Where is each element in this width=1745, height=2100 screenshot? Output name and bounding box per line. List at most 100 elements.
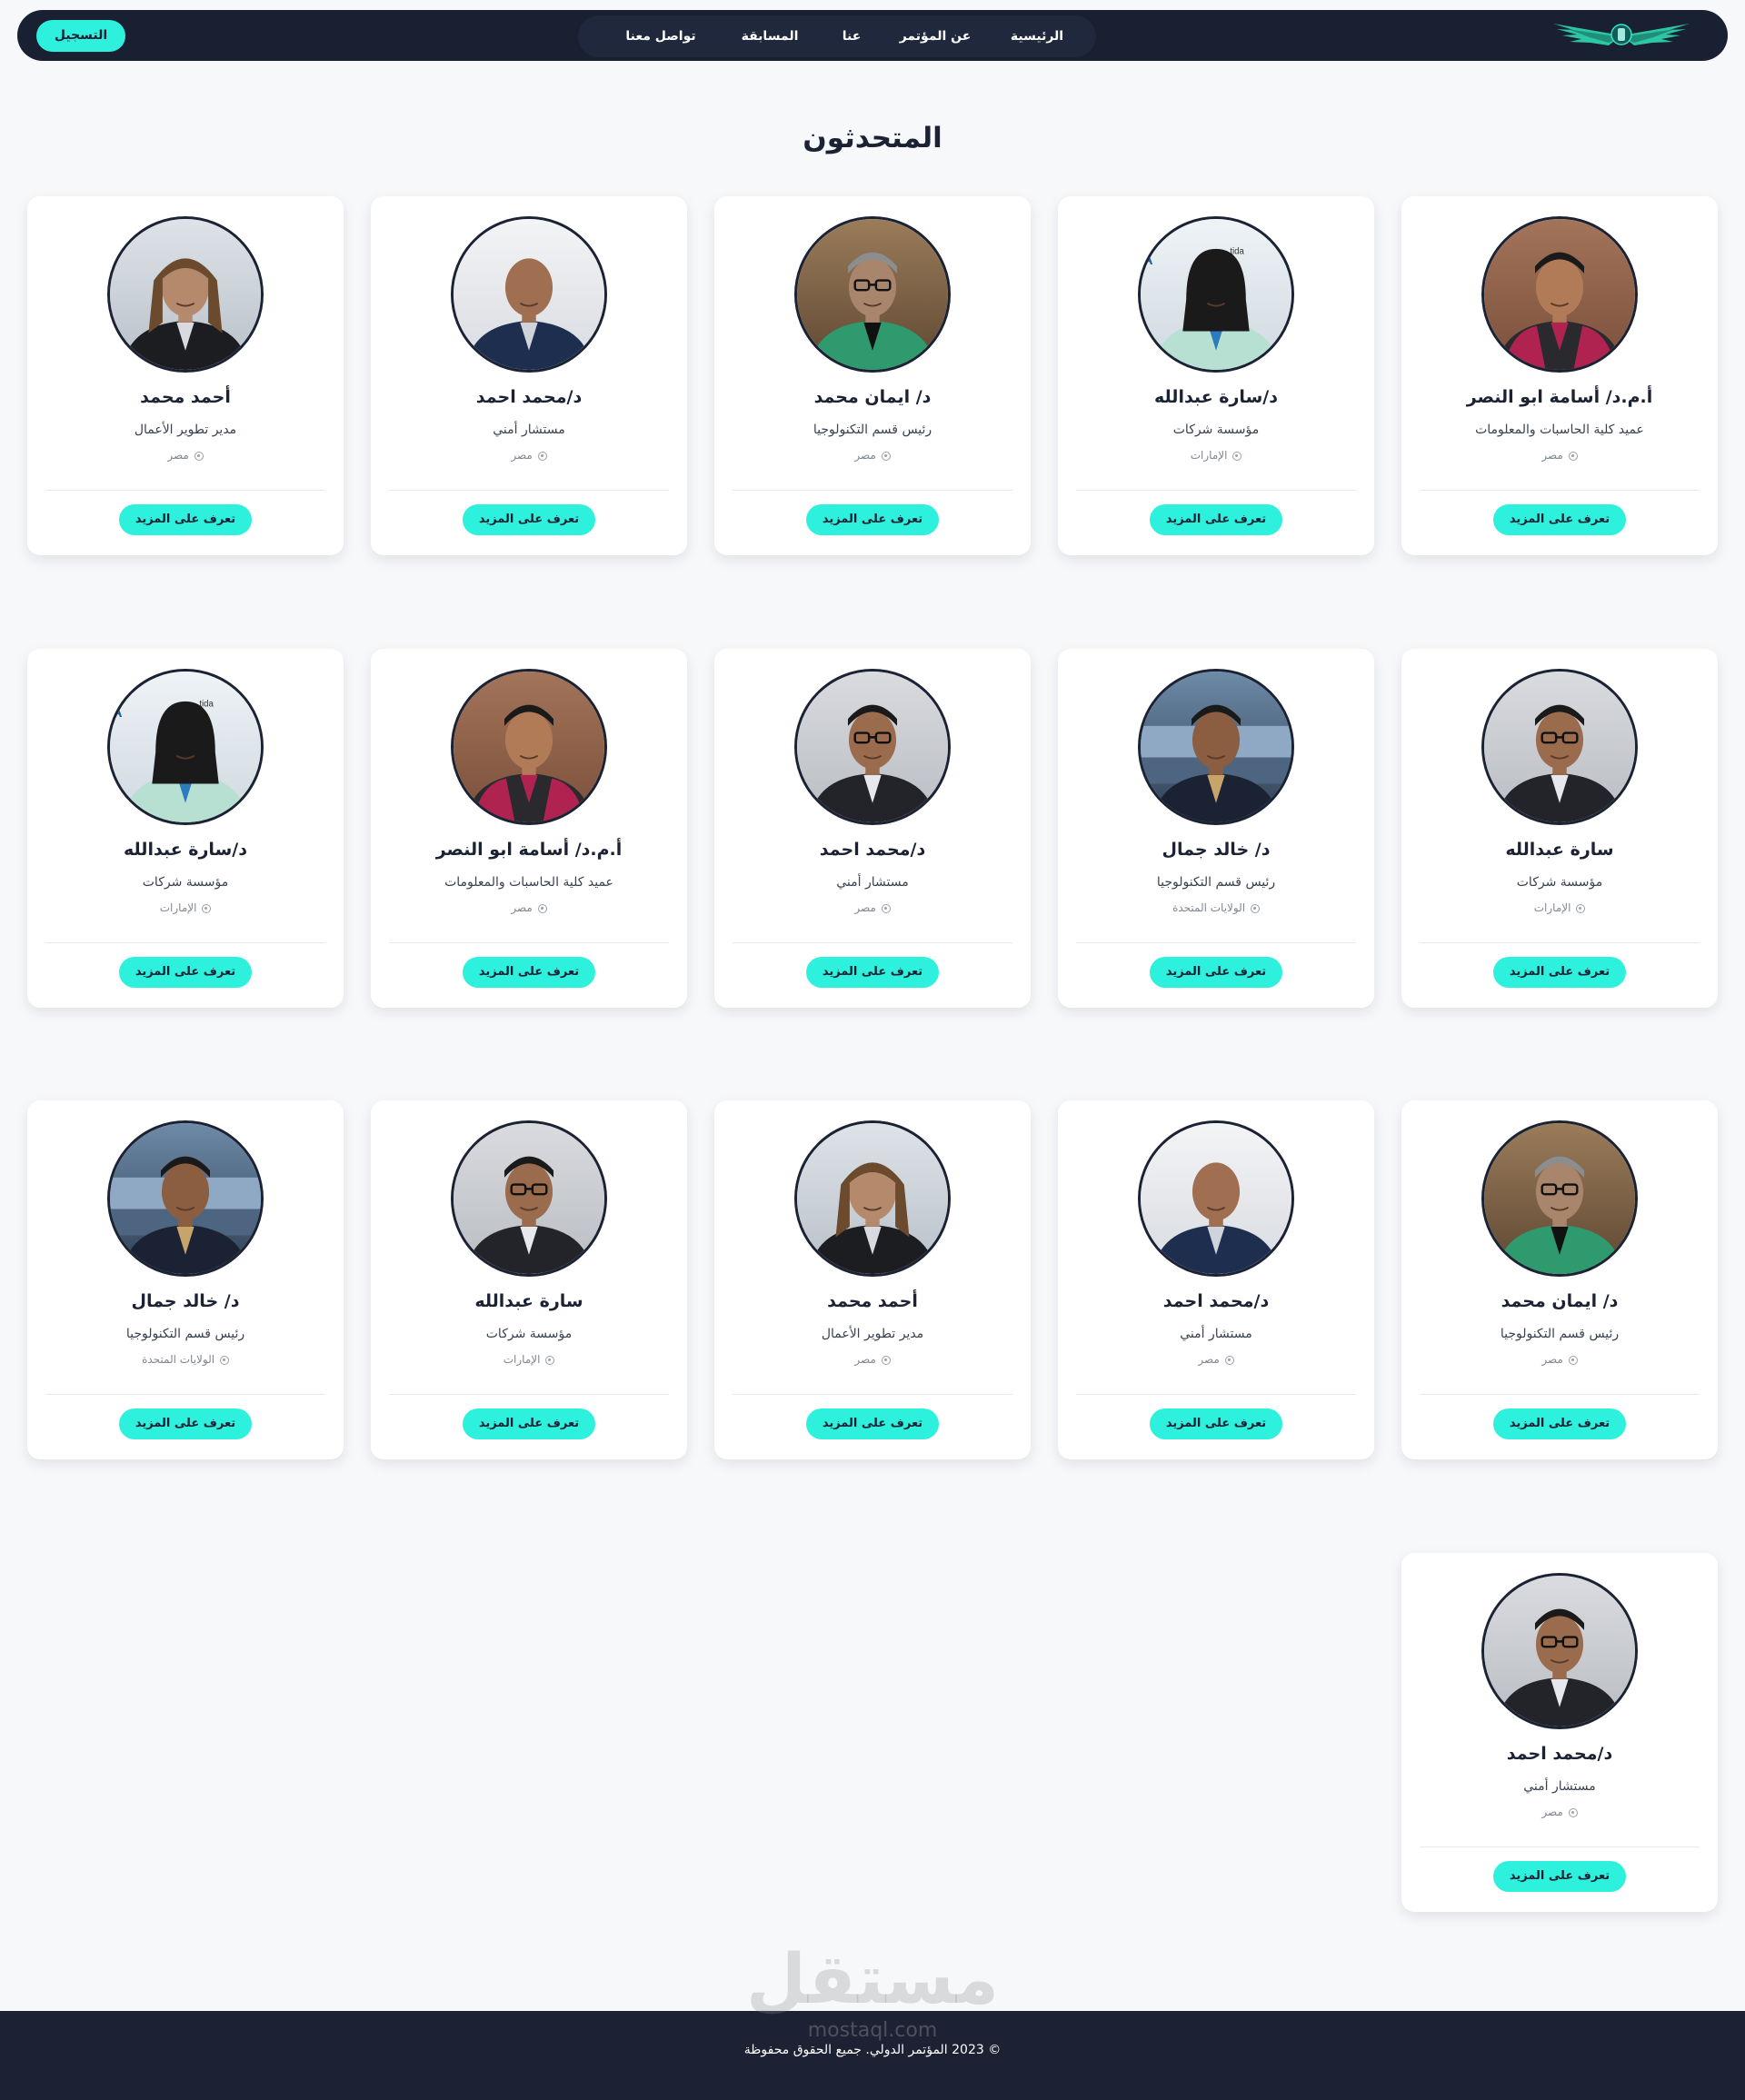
nav-link-competition[interactable]: المسابقة: [742, 15, 799, 57]
speaker-card: د/محمد احمد مستشار أمني مصر تعرف على الم…: [371, 196, 687, 555]
learn-more-button[interactable]: تعرف على المزيد: [119, 504, 252, 535]
card-divider: [389, 1394, 669, 1395]
speaker-avatar: [794, 216, 951, 373]
speaker-name: د/سارة عبدالله: [124, 840, 247, 860]
speaker-role: مدير تطوير الأعمال: [134, 423, 237, 437]
nav-link-about-us[interactable]: عنا: [843, 15, 862, 57]
card-divider: [1420, 490, 1700, 491]
speaker-card: أحمد محمد مدير تطوير الأعمال مصر تعرف عل…: [27, 196, 344, 555]
speaker-location: مصر: [1411, 1353, 1709, 1366]
speaker-name: د/ خالد جمال: [1162, 840, 1271, 860]
speaker-card: TIDAtida د/سارة عبدالله مؤسسة شركات الإم…: [27, 649, 344, 1008]
svg-text:TIDA: TIDA: [1141, 253, 1153, 268]
register-button[interactable]: التسجيل: [36, 20, 125, 52]
speaker-card: أ.م.د/ أسامة ابو النصر عميد كلية الحاسبا…: [371, 649, 687, 1008]
speaker-country: مصر: [1198, 1353, 1220, 1366]
speaker-card: د/ ايمان محمد رئيس قسم التكنولوجيا مصر ت…: [714, 196, 1031, 555]
card-divider: [1076, 490, 1356, 491]
location-pin-icon: [1568, 451, 1578, 461]
speaker-country: مصر: [854, 1353, 876, 1366]
learn-more-button[interactable]: تعرف على المزيد: [1493, 504, 1626, 535]
speaker-role: عميد كلية الحاسبات والمعلومات: [444, 875, 613, 890]
speaker-name: سارة عبدالله: [1505, 840, 1614, 860]
speaker-avatar: [451, 1120, 607, 1277]
speaker-avatar: [107, 1120, 264, 1277]
speaker-location: مصر: [380, 449, 678, 462]
winged-logo-icon[interactable]: [1550, 21, 1693, 50]
location-pin-icon: [1568, 1807, 1578, 1817]
learn-more-button[interactable]: تعرف على المزيد: [1150, 1408, 1282, 1439]
speaker-role: مؤسسة شركات: [142, 875, 229, 890]
learn-more-button[interactable]: تعرف على المزيد: [1493, 957, 1626, 988]
nav-menu: الرئيسية عن المؤتمر عنا المسابقة تواصل م…: [578, 15, 1096, 57]
speaker-role: مدير تطوير الأعمال: [821, 1327, 924, 1341]
speaker-role: مستشار أمني: [493, 423, 565, 437]
speaker-card: د/ خالد جمال رئيس قسم التكنولوجيا الولاي…: [27, 1100, 344, 1459]
speaker-name: أحمد محمد: [140, 387, 231, 407]
speaker-country: مصر: [511, 449, 533, 462]
speaker-location: مصر: [380, 901, 678, 914]
learn-more-button[interactable]: تعرف على المزيد: [463, 957, 595, 988]
location-pin-icon: [881, 903, 891, 913]
speaker-country: مصر: [1541, 449, 1563, 462]
card-divider: [45, 1394, 325, 1395]
nav-link-contact[interactable]: تواصل معنا: [625, 15, 695, 57]
speaker-location: مصر: [723, 901, 1022, 914]
learn-more-button[interactable]: تعرف على المزيد: [1150, 504, 1282, 535]
card-divider: [389, 942, 669, 943]
learn-more-button[interactable]: تعرف على المزيد: [806, 957, 939, 988]
card-divider: [1420, 1846, 1700, 1847]
svg-text:TIDA: TIDA: [110, 705, 123, 721]
learn-more-button[interactable]: تعرف على المزيد: [806, 1408, 939, 1439]
speaker-country: الإمارات: [1533, 901, 1571, 914]
speaker-role: رئيس قسم التكنولوجيا: [1156, 875, 1276, 890]
speaker-avatar: [451, 216, 607, 373]
speaker-avatar: TIDAtida: [1138, 216, 1294, 373]
speaker-country: مصر: [1541, 1806, 1563, 1818]
speaker-name: د/ ايمان محمد: [1501, 1291, 1619, 1311]
speaker-card: أ.م.د/ أسامة ابو النصر عميد كلية الحاسبا…: [1401, 196, 1718, 555]
speaker-country: مصر: [854, 449, 876, 462]
learn-more-button[interactable]: تعرف على المزيد: [806, 504, 939, 535]
speaker-location: الإمارات: [36, 901, 334, 914]
card-divider: [45, 490, 325, 491]
speaker-country: الإمارات: [503, 1353, 541, 1366]
speaker-name: د/ ايمان محمد: [813, 387, 932, 407]
location-pin-icon: [1250, 903, 1260, 913]
learn-more-button[interactable]: تعرف على المزيد: [463, 504, 595, 535]
speaker-role: مستشار أمني: [1523, 1779, 1596, 1794]
learn-more-button[interactable]: تعرف على المزيد: [463, 1408, 595, 1439]
speaker-avatar: [1481, 216, 1638, 373]
speaker-country: الإمارات: [1190, 449, 1228, 462]
watermark-logo: مستقل: [746, 1938, 999, 2019]
speaker-avatar: [1481, 1573, 1638, 1729]
speaker-country: مصر: [511, 901, 533, 914]
location-pin-icon: [545, 1355, 555, 1365]
speaker-card: د/ ايمان محمد رئيس قسم التكنولوجيا مصر ت…: [1401, 1100, 1718, 1459]
speaker-avatar: [794, 1120, 951, 1277]
nav-link-about-conference[interactable]: عن المؤتمر: [900, 15, 972, 57]
speaker-country: مصر: [1541, 1353, 1563, 1366]
speaker-avatar: [1481, 669, 1638, 825]
speaker-country: الإمارات: [159, 901, 197, 914]
learn-more-button[interactable]: تعرف على المزيد: [1150, 957, 1282, 988]
speaker-name: د/محمد احمد: [1506, 1744, 1613, 1764]
card-divider: [1420, 942, 1700, 943]
learn-more-button[interactable]: تعرف على المزيد: [119, 957, 252, 988]
speaker-location: مصر: [1411, 1806, 1709, 1818]
speaker-avatar: TIDAtida: [107, 669, 264, 825]
speaker-country: الولايات المتحدة: [1172, 901, 1246, 914]
learn-more-button[interactable]: تعرف على المزيد: [1493, 1408, 1626, 1439]
nav-link-home[interactable]: الرئيسية: [1011, 15, 1063, 57]
speaker-avatar: [1138, 669, 1294, 825]
speaker-card: د/محمد احمد مستشار أمني مصر تعرف على الم…: [714, 649, 1031, 1008]
speaker-role: مؤسسة شركات: [1516, 875, 1603, 890]
learn-more-button[interactable]: تعرف على المزيد: [119, 1408, 252, 1439]
speaker-role: مستشار أمني: [1180, 1327, 1252, 1341]
speaker-card: أحمد محمد مدير تطوير الأعمال مصر تعرف عل…: [714, 1100, 1031, 1459]
speaker-card: د/محمد احمد مستشار أمني مصر تعرف على الم…: [1058, 1100, 1374, 1459]
copyright-text: © 2023 المؤتمر الدولي. جميع الحقوق محفوظ…: [743, 2043, 1002, 2057]
learn-more-button[interactable]: تعرف على المزيد: [1493, 1861, 1626, 1892]
speaker-role: مؤسسة شركات: [1172, 423, 1260, 437]
card-divider: [45, 942, 325, 943]
